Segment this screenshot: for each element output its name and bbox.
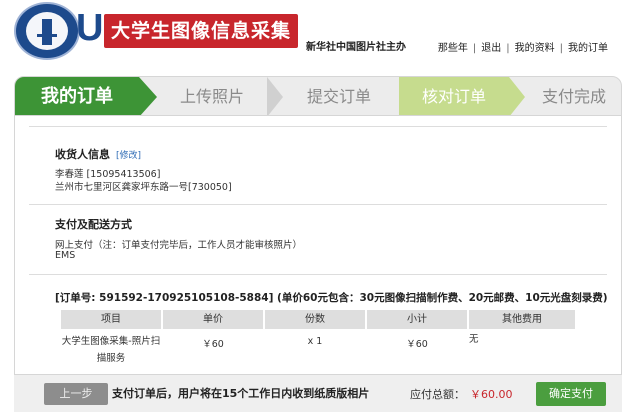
divider [29, 204, 607, 205]
payment-method: 网上支付（注：订单支付完毕后，工作人员才能审核照片） [55, 240, 303, 251]
link-my-profile[interactable]: 我的资料 [510, 43, 560, 54]
receiver-title: 收货人信息 [55, 148, 110, 161]
table-cell-subtotal: ￥60 [406, 339, 428, 350]
table-cell-qty: x 1 [307, 336, 323, 347]
host-text: 新华社中国图片社主办 [306, 42, 406, 53]
step-my-orders[interactable]: 我的订单 [15, 77, 139, 115]
link-my-orders[interactable]: 我的订单 [563, 43, 613, 54]
receiver-address: 兰州市七里河区龚家坪东路一号[730050] [55, 182, 232, 193]
table-cell-other: 无 [469, 334, 479, 345]
divider [29, 274, 607, 275]
total-label: 应付总额： [410, 388, 465, 401]
col-header-qty: 份数 [265, 310, 365, 329]
item-name-line2: 描服务 [96, 353, 126, 364]
total-amount: ￥60.00 [470, 388, 513, 401]
previous-step-button[interactable]: 上一步 [44, 383, 108, 405]
link-logout[interactable]: 退出 [476, 43, 506, 54]
logo-base-icon [37, 34, 57, 37]
divider [29, 126, 607, 127]
step-arrow [267, 77, 283, 115]
logo-letter: U [76, 7, 104, 49]
col-header-subtotal: 小计 [367, 310, 467, 329]
site-header: U 大学生图像信息采集网 新华社中国图片社主办 那些年 | 退出 | 我的资料 | 我的订单 [0, 0, 631, 76]
step-submit-order[interactable]: 提交订单 [283, 77, 395, 115]
step-payment-complete[interactable]: 支付完成 [525, 77, 621, 115]
shipping-method: EMS [55, 250, 76, 261]
confirm-payment-button[interactable]: 确定支付 [536, 382, 606, 406]
site-title[interactable]: 大学生图像信息采集网 [104, 14, 298, 76]
delivery-notice: 支付订单后，用户将在15个工作日内收到纸质版相片 [112, 387, 370, 400]
order-detail-panel: 收货人信息 [修改] 李春莲 [15095413506] 兰州市七里河区龚家坪东路… [14, 116, 622, 412]
checkout-bar: 上一步 支付订单后，用户将在15个工作日内收到纸质版相片 应付总额： ￥60.0… [14, 374, 622, 412]
table-cell-price: ￥60 [202, 339, 224, 350]
payment-section-title: 支付及配送方式 [55, 218, 132, 231]
col-header-price: 单价 [163, 310, 263, 329]
receiver-section-title: 收货人信息 [修改] [55, 146, 141, 162]
col-header-other: 其他费用 [469, 310, 575, 329]
item-name-line1: 大学生图像采集-照片扫 [61, 336, 161, 347]
step-upload-photos[interactable]: 上传照片 [157, 77, 267, 115]
step-verify-order[interactable]: 核对订单 [399, 77, 509, 115]
col-header-item: 项目 [61, 310, 161, 329]
step-arrow [509, 77, 525, 115]
edit-receiver-link[interactable]: [修改] [116, 151, 141, 161]
top-links: 那些年 | 退出 | 我的资料 | 我的订单 [433, 39, 613, 54]
progress-steps: 我的订单 上传照片 提交订单 核对订单 支付完成 [14, 76, 622, 116]
xinhua-logo[interactable] [14, 2, 80, 60]
order-number-line: [订单号: 591592-170925105108-5884] (单价60元包含… [55, 292, 608, 304]
table-row-item: 大学生图像采集-照片扫 描服务 [61, 333, 161, 367]
logo-building-icon [42, 19, 52, 45]
link-nayinian[interactable]: 那些年 [433, 43, 473, 54]
step-arrow [139, 77, 157, 115]
receiver-name-phone: 李春莲 [15095413506] [55, 169, 161, 180]
